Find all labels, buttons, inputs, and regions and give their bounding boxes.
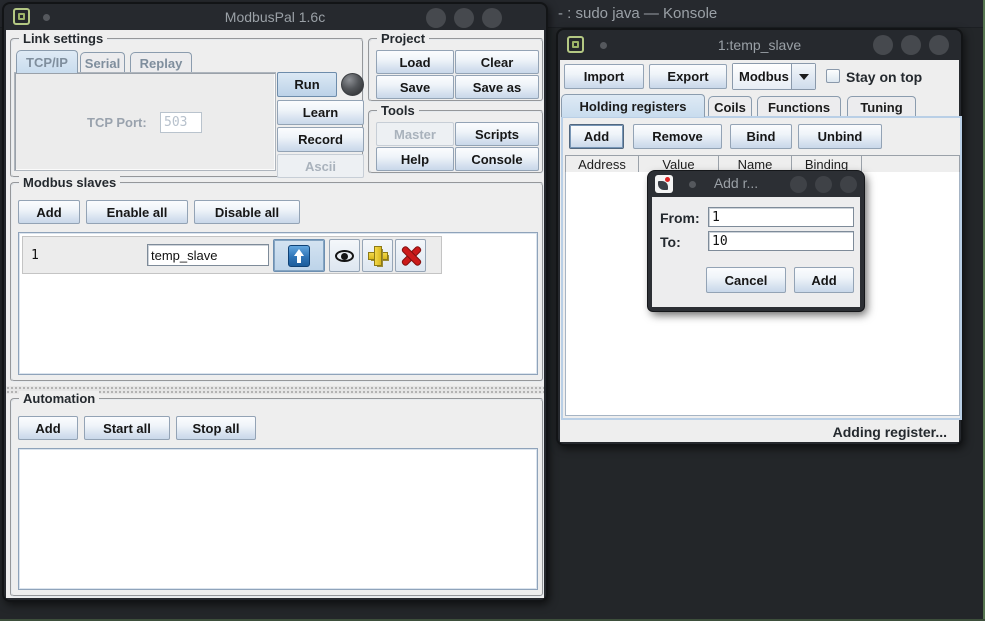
- dialog-titlebar[interactable]: Add r...: [648, 171, 864, 197]
- column-header-address[interactable]: Address: [565, 155, 639, 173]
- add-register-dialog: Add r... From: To: Cancel Add: [648, 171, 864, 311]
- implementation-dropdown[interactable]: Modbus: [732, 63, 816, 90]
- tab-replay[interactable]: Replay: [130, 52, 192, 73]
- tab-functions[interactable]: Functions: [757, 96, 841, 117]
- stay-on-top-checkbox[interactable]: [826, 69, 840, 83]
- status-text: Adding register...: [833, 424, 947, 440]
- dialog-add-button[interactable]: Add: [794, 267, 854, 293]
- dropdown-value: Modbus: [733, 64, 791, 89]
- tab-holding-registers[interactable]: Holding registers: [561, 94, 705, 117]
- export-button[interactable]: Export: [649, 64, 727, 89]
- to-label: To:: [660, 234, 681, 250]
- tab-tcpip[interactable]: TCP/IP: [16, 50, 78, 73]
- slave-delete-button[interactable]: [395, 239, 426, 272]
- import-button[interactable]: Import: [564, 64, 644, 89]
- ascii-button: Ascii: [277, 154, 364, 178]
- tcpip-panel: TCP Port:: [14, 72, 276, 171]
- slave-list: 1: [18, 232, 538, 375]
- help-button[interactable]: Help: [376, 147, 454, 171]
- dialog-body: From: To: Cancel Add: [652, 197, 860, 307]
- link-settings-title: Link settings: [19, 31, 107, 46]
- scripts-button[interactable]: Scripts: [455, 122, 539, 146]
- to-field[interactable]: [708, 231, 854, 251]
- automation-add-button[interactable]: Add: [18, 416, 78, 440]
- slave-add-button[interactable]: Add: [18, 200, 80, 224]
- register-add-button[interactable]: Add: [569, 124, 624, 149]
- enable-all-button[interactable]: Enable all: [86, 200, 188, 224]
- modbuspal-window: ModbusPal 1.6c Link settings TCP/IP Seri…: [2, 2, 548, 602]
- window-maximize-button[interactable]: [901, 35, 921, 55]
- window-close-button[interactable]: [929, 35, 949, 55]
- link-settings-group: Link settings TCP/IP Serial Replay TCP P…: [10, 38, 364, 178]
- load-button[interactable]: Load: [376, 50, 454, 74]
- dialog-close-button[interactable]: [840, 176, 857, 193]
- dialog-cancel-button[interactable]: Cancel: [706, 267, 786, 293]
- delete-x-icon: [401, 246, 421, 266]
- slave-name-field[interactable]: [147, 244, 269, 266]
- window-close-button[interactable]: [482, 8, 502, 28]
- save-as-button[interactable]: Save as: [455, 75, 539, 99]
- window-maximize-button[interactable]: [454, 8, 474, 28]
- tab-coils[interactable]: Coils: [708, 96, 752, 117]
- dialog-maximize-button[interactable]: [815, 176, 832, 193]
- from-field[interactable]: [708, 207, 854, 227]
- automation-group: Automation Add Start all Stop all: [10, 398, 544, 597]
- modbus-slaves-title: Modbus slaves: [19, 175, 120, 190]
- slave-enable-toggle[interactable]: [273, 239, 325, 272]
- eye-icon: [335, 250, 354, 262]
- status-bar: Adding register...: [560, 420, 959, 444]
- konsole-title: - : sudo java — Konsole: [558, 5, 717, 22]
- disable-all-button[interactable]: Disable all: [194, 200, 300, 224]
- project-title: Project: [377, 31, 429, 46]
- column-header-empty: [861, 155, 960, 173]
- window-minimize-button[interactable]: [873, 35, 893, 55]
- temp-slave-titlebar[interactable]: 1:temp_slave: [558, 30, 961, 60]
- console-button[interactable]: Console: [455, 147, 539, 171]
- enabled-arrow-icon: [288, 245, 310, 267]
- link-status-led-icon: [341, 73, 364, 96]
- register-bind-button[interactable]: Bind: [730, 124, 792, 149]
- dialog-minimize-button[interactable]: [790, 176, 807, 193]
- slave-duplicate-button[interactable]: [362, 239, 393, 272]
- tcp-port-label: TCP Port:: [87, 115, 147, 130]
- automation-list: [18, 448, 538, 590]
- tools-title: Tools: [377, 103, 419, 118]
- run-button[interactable]: Run: [277, 72, 337, 97]
- stop-all-button[interactable]: Stop all: [176, 416, 256, 440]
- slave-row: 1: [22, 236, 442, 274]
- register-unbind-button[interactable]: Unbind: [798, 124, 882, 149]
- tab-serial[interactable]: Serial: [80, 52, 125, 73]
- tools-group: Tools Master Scripts Help Console: [368, 110, 544, 174]
- learn-button[interactable]: Learn: [277, 100, 364, 125]
- master-button: Master: [376, 122, 454, 146]
- slave-view-button[interactable]: [329, 239, 360, 272]
- start-all-button[interactable]: Start all: [84, 416, 170, 440]
- plus-icon: [368, 246, 388, 266]
- modbuspal-titlebar[interactable]: ModbusPal 1.6c: [4, 4, 546, 30]
- stay-on-top-label: Stay on top: [846, 69, 922, 85]
- dropdown-arrow-icon[interactable]: [791, 64, 815, 89]
- project-group: Project Load Clear Save Save as: [368, 38, 544, 102]
- window-minimize-button[interactable]: [426, 8, 446, 28]
- save-button[interactable]: Save: [376, 75, 454, 99]
- modbus-slaves-group: Modbus slaves Add Enable all Disable all…: [10, 182, 544, 382]
- tab-tuning[interactable]: Tuning: [847, 96, 916, 117]
- clear-button[interactable]: Clear: [455, 50, 539, 74]
- from-label: From:: [660, 210, 700, 226]
- slave-id: 1: [31, 248, 39, 263]
- record-button[interactable]: Record: [277, 127, 364, 152]
- register-remove-button[interactable]: Remove: [633, 124, 722, 149]
- tcp-port-field[interactable]: [160, 112, 202, 133]
- automation-title: Automation: [19, 391, 99, 406]
